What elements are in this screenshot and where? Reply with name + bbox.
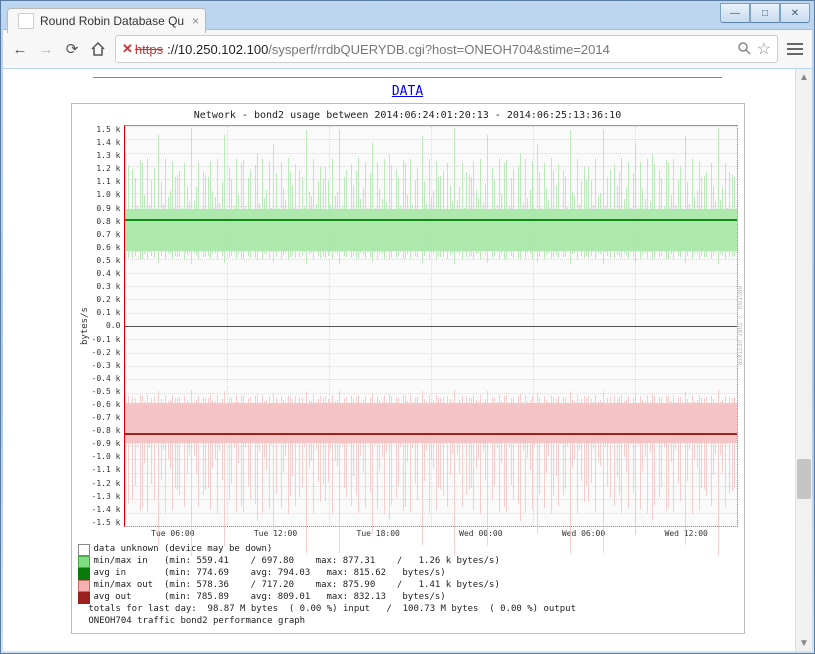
tab-title: Round Robin Database Qu xyxy=(40,14,184,28)
tab-favicon xyxy=(18,13,34,29)
y-axis-ticks: 1.5 k1.4 k1.3 k1.2 k1.1 k1.0 k0.9 k0.8 k… xyxy=(92,125,125,527)
back-button[interactable]: ← xyxy=(11,40,29,58)
legend-text: min/max out (min: 578.36 / 717.20 max: 8… xyxy=(94,580,500,592)
legend: data unknown (device may be down)min/max… xyxy=(78,544,738,627)
divider xyxy=(93,77,722,78)
browser-tab[interactable]: Round Robin Database Qu × xyxy=(7,8,206,33)
browser-toolbar: ← → ⟳ ✕ https ://10.250.102.100 /sysperf… xyxy=(3,29,812,68)
legend-row: avg out (min: 785.89 avg: 809.01 max: 83… xyxy=(78,592,738,604)
graph-title: Network - bond2 usage between 2014:06:24… xyxy=(78,110,738,121)
legend-text: min/max in (min: 559.41 / 697.80 max: 87… xyxy=(94,556,500,568)
plot-area: RRDTOOL / TOBI OETIKER xyxy=(124,125,737,527)
scroll-thumb[interactable] xyxy=(797,459,811,499)
y-axis-label: bytes/s xyxy=(78,125,92,527)
search-icon[interactable] xyxy=(737,41,751,58)
address-bar[interactable]: ✕ https ://10.250.102.100 /sysperf/rrdbQ… xyxy=(115,35,778,63)
window-minimize-button[interactable]: — xyxy=(720,3,750,23)
rrd-graph: Network - bond2 usage between 2014:06:24… xyxy=(71,103,745,634)
home-button[interactable] xyxy=(89,40,107,58)
bookmark-star-icon[interactable]: ☆ xyxy=(757,39,771,59)
window-close-button[interactable]: ✕ xyxy=(780,3,810,23)
legend-swatch xyxy=(78,556,90,568)
ssl-warning-icon: ✕ https xyxy=(122,41,163,57)
legend-row: avg in (min: 774.69 avg: 794.03 max: 815… xyxy=(78,568,738,580)
legend-swatch xyxy=(78,592,90,604)
legend-row: min/max out (min: 578.36 / 717.20 max: 8… xyxy=(78,580,738,592)
url-path: /sysperf/rrdbQUERYDB.cgi?host=ONEOH704&s… xyxy=(268,42,610,57)
window-maximize-button[interactable]: □ xyxy=(750,3,780,23)
reload-button[interactable]: ⟳ xyxy=(63,40,81,58)
x-axis-ticks: Tue 06:00Tue 12:00Tue 18:00Wed 00:00Wed … xyxy=(122,529,738,538)
legend-row: data unknown (device may be down) xyxy=(78,544,738,556)
window-title-bar[interactable]: — □ ✕ Round Robin Database Qu × xyxy=(1,1,814,29)
vertical-scrollbar[interactable]: ▲ ▼ xyxy=(795,69,812,651)
url-host: ://10.250.102.100 xyxy=(167,42,268,57)
page-viewport[interactable]: DATA Network - bond2 usage between 2014:… xyxy=(3,69,812,651)
legend-text: avg out (min: 785.89 avg: 809.01 max: 83… xyxy=(94,592,446,604)
scroll-down-arrow[interactable]: ▼ xyxy=(796,635,812,651)
legend-text: data unknown (device may be down) xyxy=(94,544,273,556)
legend-row: min/max in (min: 559.41 / 697.80 max: 87… xyxy=(78,556,738,568)
tab-close-icon[interactable]: × xyxy=(192,14,199,28)
legend-swatch xyxy=(78,568,90,580)
legend-footer: ONEOH704 traffic bond2 performance graph xyxy=(78,616,738,628)
data-link[interactable]: DATA xyxy=(33,84,782,99)
legend-swatch xyxy=(78,544,90,556)
scroll-up-arrow[interactable]: ▲ xyxy=(796,69,812,85)
legend-totals: totals for last day: 98.87 M bytes ( 0.0… xyxy=(78,604,738,616)
window-frame: — □ ✕ Round Robin Database Qu × ← → ⟳ ✕ … xyxy=(0,0,815,654)
chrome-menu-button[interactable] xyxy=(786,40,804,58)
forward-button[interactable]: → xyxy=(37,40,55,58)
legend-swatch xyxy=(78,580,90,592)
legend-text: avg in (min: 774.69 avg: 794.03 max: 815… xyxy=(94,568,446,580)
